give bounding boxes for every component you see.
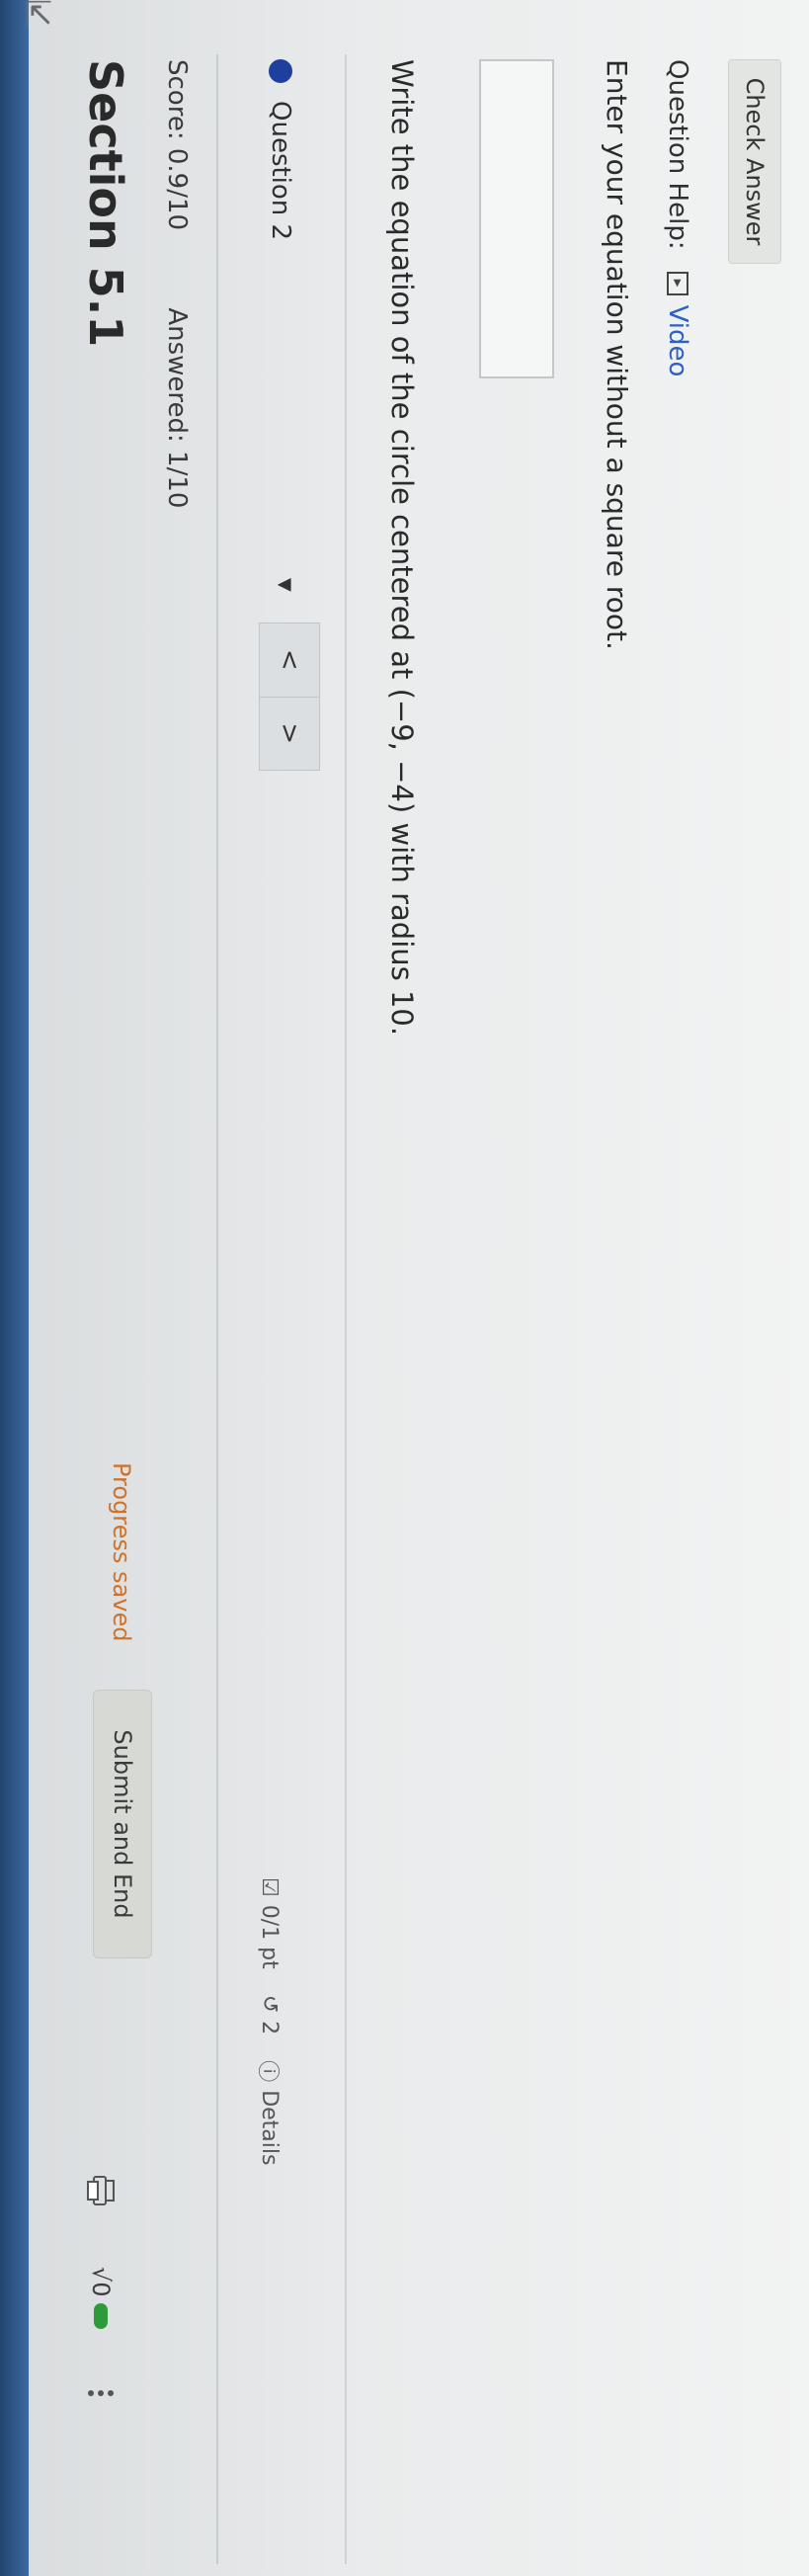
sqrt-label: √0 <box>87 2267 115 2297</box>
answer-instruction: Enter your equation without a square roo… <box>601 59 633 650</box>
video-icon: ▶ <box>667 271 688 295</box>
next-question-button[interactable]: > <box>259 697 320 771</box>
screen: ⇱ Section 5.1 Score: 0.9/10 Answered: 1/… <box>0 0 809 2576</box>
answered-text: Answered: 1/10 <box>162 307 192 509</box>
retries-meta: ↺ 2 <box>258 1995 283 2035</box>
chevron-down-icon[interactable]: ▼ <box>275 578 295 592</box>
video-label: Video <box>663 304 692 377</box>
check-answer-button[interactable]: Check Answer <box>728 59 781 264</box>
page-title: Section 5.1 <box>79 59 132 348</box>
question-label: Question 2 <box>266 101 295 241</box>
score-text: Score: 0.9/10 <box>162 59 192 231</box>
prev-question-button[interactable]: < <box>259 623 320 698</box>
menu-dots-icon[interactable] <box>86 2388 116 2398</box>
question-selector[interactable]: Question 2 <box>266 59 295 240</box>
question-prompt: Write the equation of the circle centere… <box>385 59 419 1037</box>
header-divider <box>216 54 218 2564</box>
retry-icon: ↺ <box>257 1994 283 2014</box>
video-link[interactable]: ▶ Video <box>663 271 692 377</box>
checkbox-icon: ☑ <box>257 1877 283 1897</box>
sqrt-toggle[interactable] <box>94 2302 108 2329</box>
details-text: Details <box>257 2090 283 2166</box>
answer-input[interactable] <box>479 59 554 378</box>
cursor-icon: ⇱ <box>24 0 53 35</box>
help-label: Question Help: <box>663 59 692 250</box>
progress-status: Progress saved <box>108 1462 135 1642</box>
details-link[interactable]: ⓘ Details <box>254 2060 285 2165</box>
points-meta: ☑ 0/1 pt <box>258 1877 283 1969</box>
score-line: Score: 0.9/10 Answered: 1/10 <box>162 59 192 577</box>
question-status-dot <box>269 59 292 83</box>
sqrt-icon[interactable]: √0 <box>87 2267 115 2329</box>
window-edge <box>0 0 29 2576</box>
question-divider <box>345 54 347 2564</box>
question-meta: ☑ 0/1 pt ↺ 2 ⓘ Details <box>254 1877 285 2165</box>
submit-and-end-button[interactable]: Submit and End <box>93 1690 152 1958</box>
print-icon[interactable] <box>84 2174 118 2207</box>
question-help: Question Help: ▶ Video <box>663 59 692 376</box>
retries-text: 2 <box>257 2021 283 2036</box>
question-pager: < > <box>259 623 320 771</box>
points-text: 0/1 pt <box>257 1904 283 1969</box>
toolbar-icons: √0 <box>84 2174 118 2398</box>
details-icon: ⓘ <box>255 2060 280 2083</box>
